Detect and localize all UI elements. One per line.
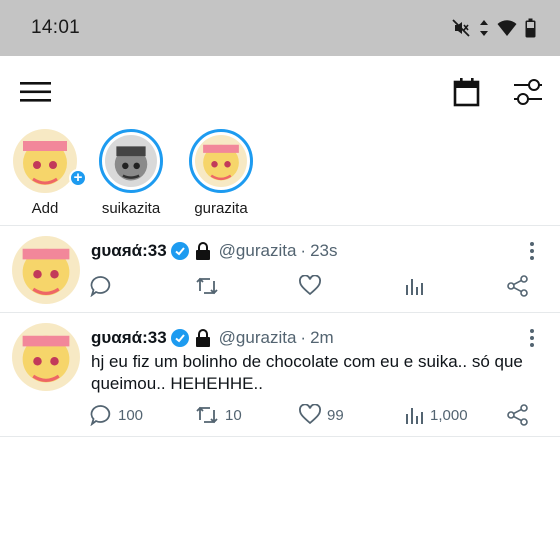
repost-icon (196, 406, 218, 424)
avatar[interactable] (12, 323, 80, 391)
separator-dot: · (300, 328, 307, 347)
post-text: hj eu fiz um bolinho de chocolate com eu… (91, 352, 523, 393)
like-button[interactable]: 99 (299, 403, 344, 427)
repost-count: 10 (225, 406, 242, 424)
verified-badge-icon (170, 329, 189, 347)
status-time: 14:01 (31, 17, 81, 38)
display-name[interactable]: ɡυαяά:33 (91, 328, 167, 348)
post-actions (0, 274, 560, 298)
battery-icon (525, 18, 536, 38)
heart-icon (299, 275, 321, 296)
views-chart-icon (406, 408, 423, 424)
lock-icon (195, 329, 210, 347)
lock-icon (195, 242, 210, 260)
story-label: suikazita (101, 200, 161, 217)
like-count: 99 (327, 406, 344, 424)
post-time[interactable]: 2m (310, 328, 334, 348)
avatar (195, 135, 247, 187)
share-button[interactable] (507, 274, 529, 298)
heart-icon (299, 404, 321, 425)
views-chart-icon (406, 279, 423, 295)
reply-button[interactable] (90, 274, 118, 298)
views-button[interactable] (404, 274, 430, 298)
share-icon (507, 275, 528, 297)
mute-icon (451, 18, 471, 38)
top-app-bar (0, 56, 560, 128)
filter-sliders-icon[interactable] (512, 77, 546, 107)
reply-count: 100 (118, 406, 144, 424)
calendar-icon[interactable] (451, 78, 483, 108)
user-handle[interactable]: @gurazita (219, 241, 297, 261)
user-handle[interactable]: @gurazita (219, 328, 297, 348)
story-avatar[interactable]: + (13, 129, 87, 193)
share-button[interactable] (507, 403, 529, 427)
repost-button[interactable] (195, 274, 225, 298)
story-avatar[interactable] (99, 129, 163, 193)
display-name[interactable]: ɡυαяά:33 (91, 241, 167, 261)
reply-icon (90, 276, 111, 297)
reply-icon (90, 405, 111, 426)
share-icon (507, 404, 528, 426)
divider (0, 436, 560, 437)
add-story-badge[interactable]: + (69, 169, 87, 187)
reply-button[interactable]: 100 (90, 403, 143, 427)
post-header: ɡυαяά:33 @gurazita · 2m (91, 327, 334, 349)
verified-badge-icon (170, 242, 189, 260)
views-count: 1,000 (430, 406, 468, 424)
avatar (13, 129, 77, 193)
post-actions: 100 10 99 1,000 (0, 403, 560, 427)
more-options-icon[interactable] (524, 240, 540, 262)
repost-button[interactable]: 10 (195, 403, 242, 427)
avatar (105, 135, 157, 187)
stories-row: + Add suikazita gurazita (0, 128, 560, 224)
more-options-icon[interactable] (524, 327, 540, 349)
status-icons (451, 16, 536, 40)
story-label: Add (31, 200, 59, 217)
story-label: gurazita (194, 200, 248, 217)
post[interactable]: ɡυαяά:33 @gurazita · 23s (0, 226, 560, 312)
wifi-icon (497, 19, 517, 37)
data-arrows-icon (479, 19, 489, 37)
views-button[interactable]: 1,000 (404, 403, 468, 427)
post-time[interactable]: 23s (310, 241, 337, 261)
hamburger-menu-icon[interactable] (20, 80, 52, 104)
repost-icon (196, 277, 218, 295)
post-header: ɡυαяά:33 @gurazita · 23s (91, 240, 338, 262)
separator-dot: · (300, 241, 307, 260)
like-button[interactable] (299, 274, 327, 298)
status-bar: 14:01 (0, 0, 560, 56)
post[interactable]: ɡυαяά:33 @gurazita · 2m hj eu fiz um bol… (0, 313, 560, 435)
story-avatar[interactable] (189, 129, 253, 193)
